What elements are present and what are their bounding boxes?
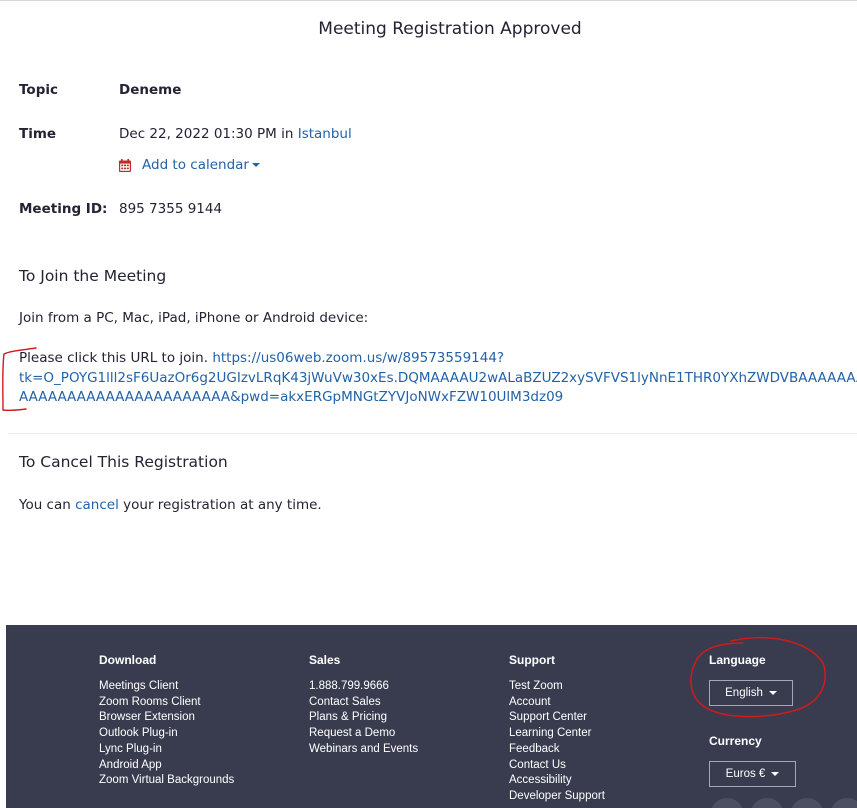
social-youtube-icon[interactable] <box>830 798 857 808</box>
cancel-text-after: your registration at any time. <box>123 497 322 513</box>
add-to-calendar-dropdown[interactable]: Add to calendar <box>119 157 260 173</box>
social-wordpress-icon[interactable] <box>710 798 744 808</box>
footer-link-account[interactable]: Account <box>509 695 605 711</box>
time-value: Dec 22, 2022 01:30 PM <box>119 126 277 142</box>
join-url-prompt: Please click this URL to join. <box>19 350 209 366</box>
join-url-link-part1[interactable]: https://us06web.zoom.us/w/89573559144? <box>212 350 504 366</box>
footer-download-column: Download Meetings Client Zoom Rooms Clie… <box>99 653 234 789</box>
chevron-down-icon <box>251 163 260 167</box>
footer-link-accessibility[interactable]: Accessibility <box>509 773 605 789</box>
time-value-row: Dec 22, 2022 01:30 PM in Istanbul <box>119 126 352 142</box>
footer-link-webinars-events[interactable]: Webinars and Events <box>309 742 418 758</box>
currency-selected-value: Euros € <box>725 768 766 780</box>
social-linkedin-icon[interactable] <box>750 798 784 808</box>
footer-link-virtual-backgrounds[interactable]: Zoom Virtual Backgrounds <box>99 773 234 789</box>
annotation-circle <box>690 636 826 718</box>
footer-currency-heading: Currency <box>709 734 762 748</box>
join-devices-text: Join from a PC, Mac, iPad, iPhone or And… <box>19 310 369 326</box>
cancel-text: You can cancel your registration at any … <box>19 497 322 513</box>
footer-link-zoom-rooms-client[interactable]: Zoom Rooms Client <box>99 695 234 711</box>
footer-download-heading: Download <box>99 653 157 667</box>
footer-link-support-center[interactable]: Support Center <box>509 710 605 726</box>
footer-sales-column: Sales 1.888.799.9666 Contact Sales Plans… <box>309 653 418 758</box>
footer-link-sales-phone[interactable]: 1.888.799.9666 <box>309 679 418 695</box>
time-in-text: in <box>281 126 294 142</box>
footer-link-feedback[interactable]: Feedback <box>509 742 605 758</box>
join-url-link-part3[interactable]: AAAAAAAAAAAAAAAAAAAAAA&pwd=akxERGpMNGtZY… <box>19 389 563 405</box>
footer-link-plans-pricing[interactable]: Plans & Pricing <box>309 710 418 726</box>
footer-support-column: Support Test Zoom Account Support Center… <box>509 653 605 805</box>
footer-link-browser-extension[interactable]: Browser Extension <box>99 710 234 726</box>
topic-value: Deneme <box>119 82 182 98</box>
footer-link-lync-plugin[interactable]: Lync Plug-in <box>99 742 234 758</box>
join-heading: To Join the Meeting <box>19 267 167 285</box>
meeting-id-value: 895 7355 9144 <box>119 201 223 217</box>
top-divider <box>0 0 857 1</box>
annotation-bracket <box>2 347 37 412</box>
footer-link-contact-us[interactable]: Contact Us <box>509 758 605 774</box>
section-divider <box>8 433 857 434</box>
currency-select[interactable]: Euros € <box>709 761 796 787</box>
topic-label: Topic <box>19 82 58 98</box>
meeting-id-label: Meeting ID: <box>19 201 108 217</box>
join-url-block: Please click this URL to join. https://u… <box>19 349 857 408</box>
calendar-icon <box>119 158 131 172</box>
chevron-down-icon <box>771 772 780 776</box>
cancel-link[interactable]: cancel <box>75 497 119 513</box>
footer-link-learning-center[interactable]: Learning Center <box>509 726 605 742</box>
footer-link-developer-support[interactable]: Developer Support <box>509 789 605 805</box>
time-label: Time <box>19 126 57 142</box>
footer-link-contact-sales[interactable]: Contact Sales <box>309 695 418 711</box>
footer-link-request-demo[interactable]: Request a Demo <box>309 726 418 742</box>
time-zone-link[interactable]: Istanbul <box>298 126 352 142</box>
footer-link-android-app[interactable]: Android App <box>99 758 234 774</box>
join-url-link-part2[interactable]: tk=O_POYG1lll2sF6UazOr6g2UGIzvLRqK43jWuV… <box>19 370 857 386</box>
social-twitter-icon[interactable] <box>790 798 824 808</box>
cancel-heading: To Cancel This Registration <box>19 453 228 471</box>
cancel-text-before: You can <box>19 497 71 513</box>
footer-link-test-zoom[interactable]: Test Zoom <box>509 679 605 695</box>
footer-support-heading: Support <box>509 653 555 667</box>
footer-link-outlook-plugin[interactable]: Outlook Plug-in <box>99 726 234 742</box>
footer-currency-column: Currency <box>709 734 762 760</box>
footer-link-meetings-client[interactable]: Meetings Client <box>99 679 234 695</box>
page-title: Meeting Registration Approved <box>318 19 582 39</box>
add-to-calendar-label[interactable]: Add to calendar <box>142 157 249 173</box>
footer-sales-heading: Sales <box>309 653 341 667</box>
